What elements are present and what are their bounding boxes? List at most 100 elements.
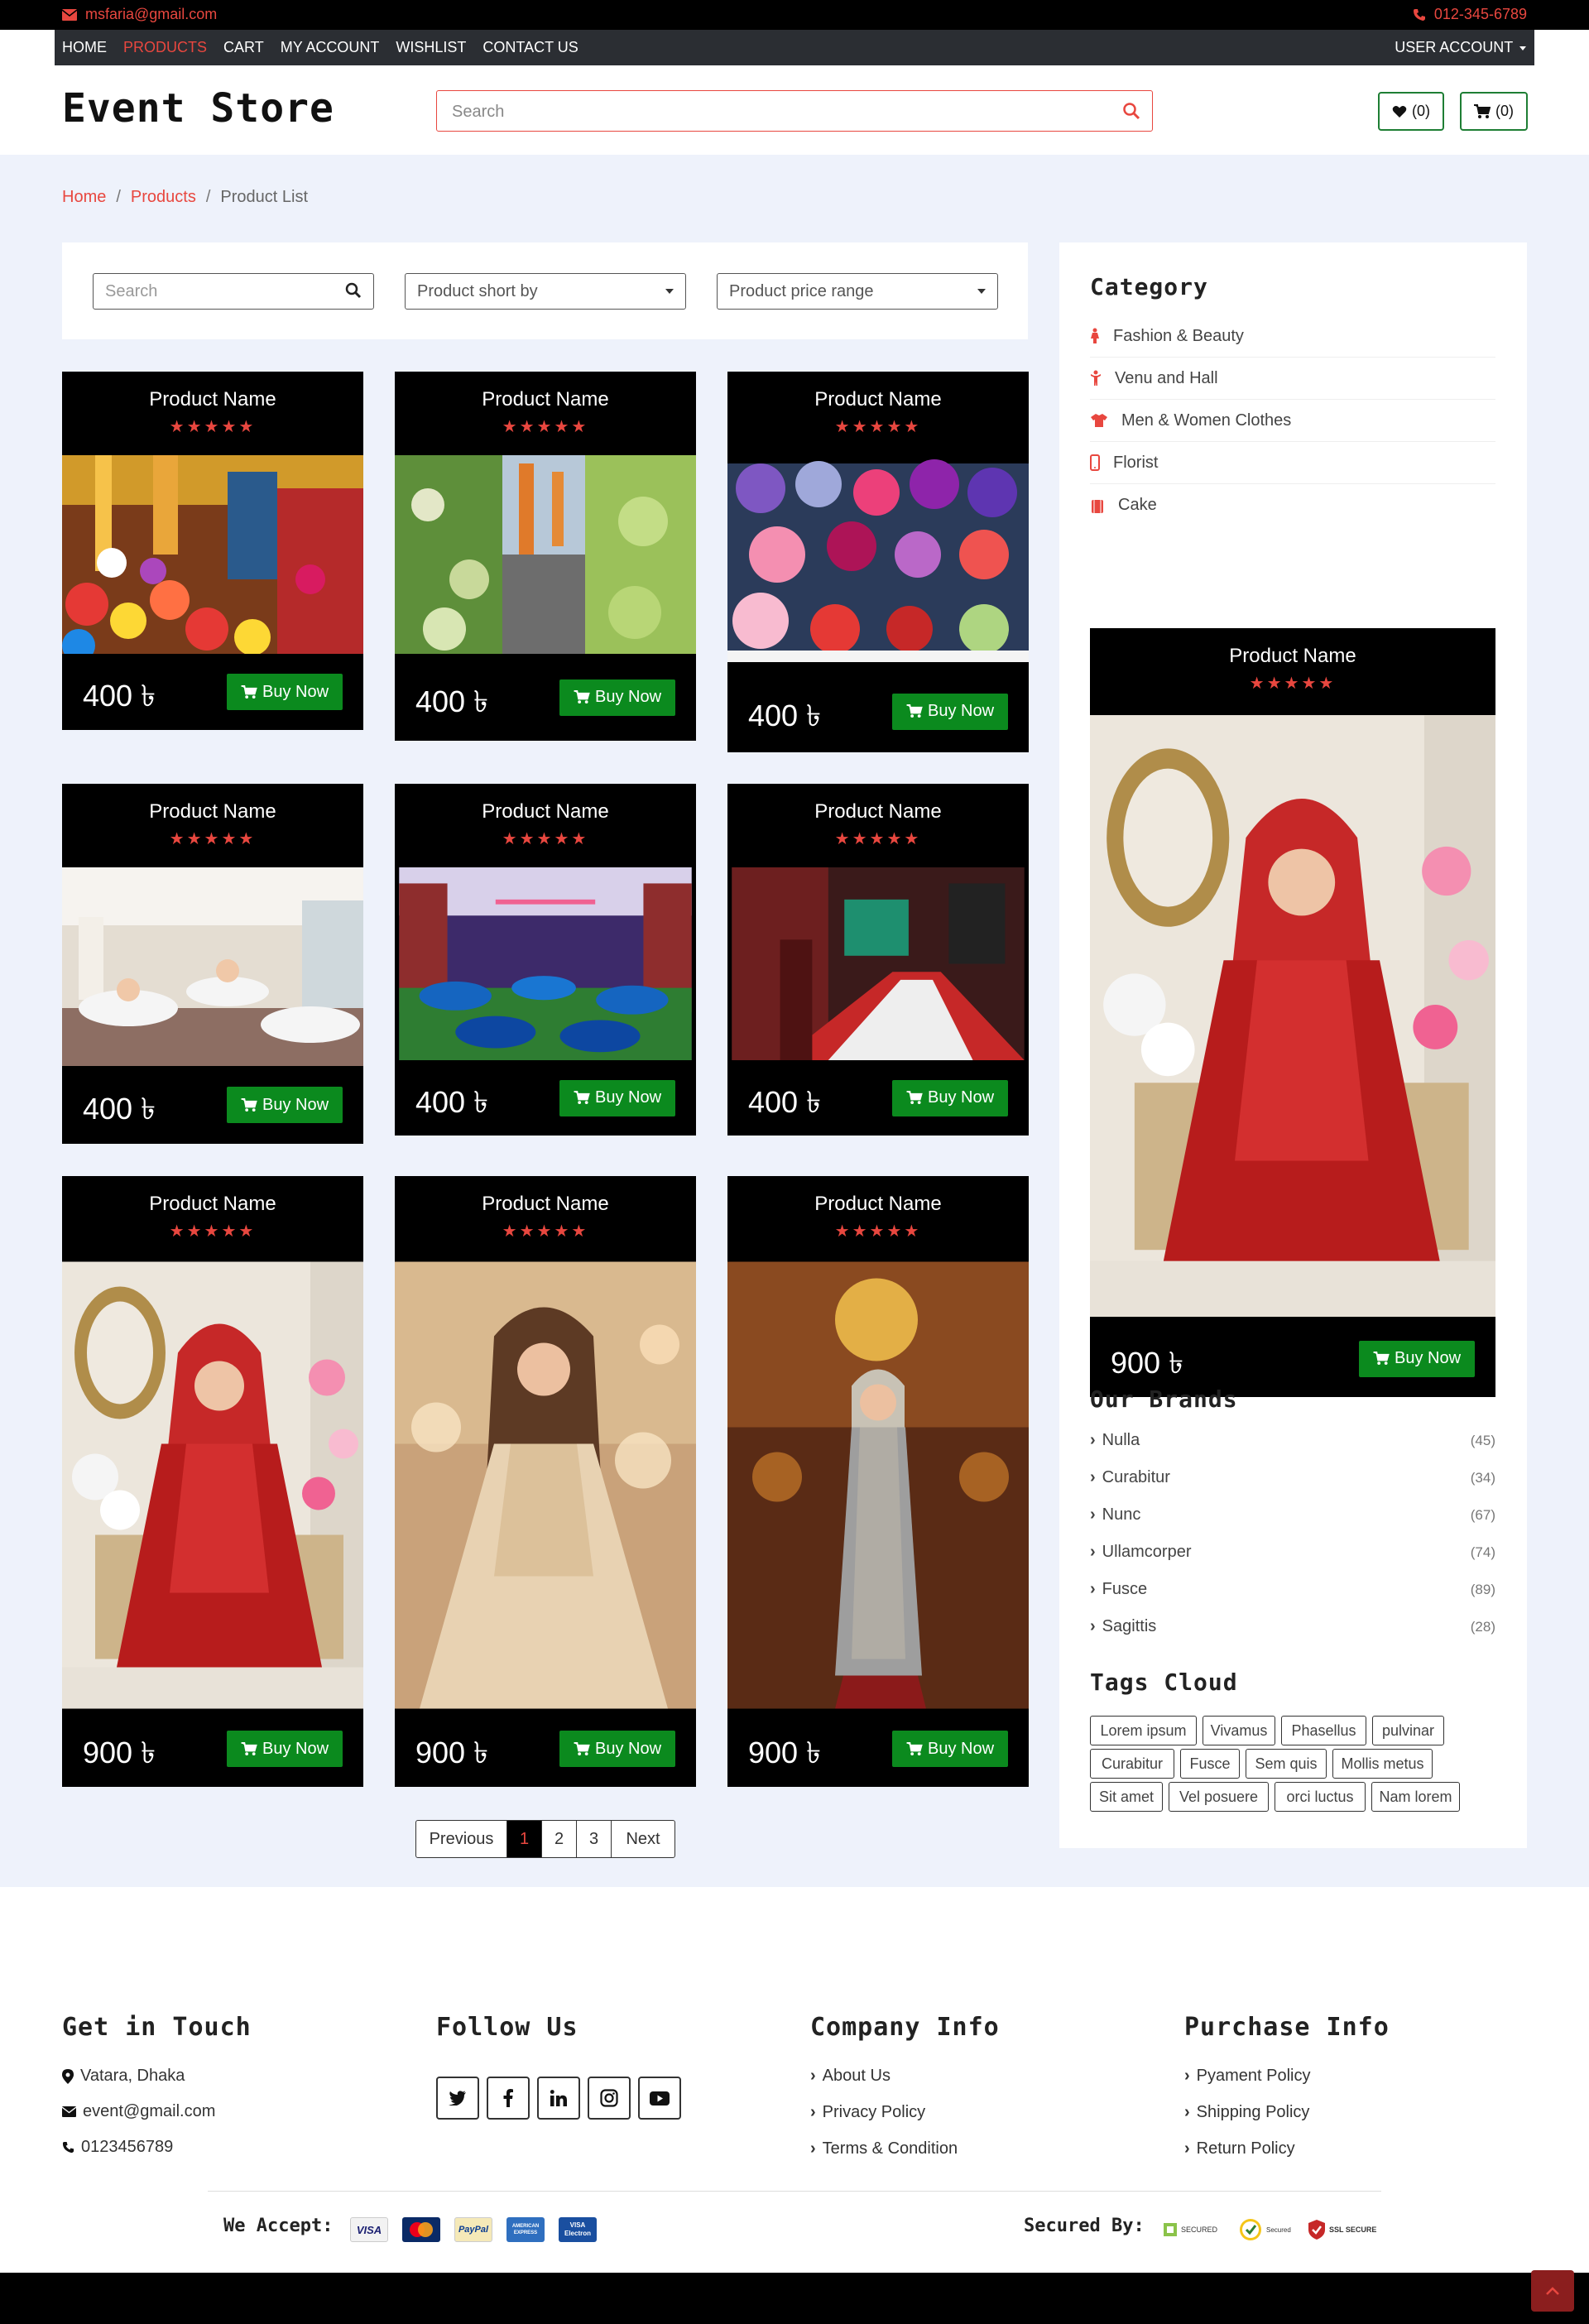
nav-cart[interactable]: CART: [223, 39, 264, 56]
buy-now-button[interactable]: Buy Now: [227, 674, 343, 710]
product-image[interactable]: [395, 455, 696, 654]
pagination-page-3[interactable]: 3: [577, 1821, 612, 1857]
breadcrumb-products[interactable]: Products: [131, 188, 196, 207]
product-image[interactable]: [395, 867, 696, 1060]
pagination-previous[interactable]: Previous: [416, 1821, 507, 1857]
brand-item[interactable]: › Sagittis (28): [1090, 1608, 1495, 1645]
product-name[interactable]: Product Name: [395, 800, 696, 823]
footer-link[interactable]: › Terms & Condition: [810, 2139, 958, 2158]
buy-now-button[interactable]: Buy Now: [1359, 1340, 1475, 1377]
tag-chip[interactable]: Vel posuere: [1169, 1782, 1269, 1812]
product-name[interactable]: Product Name: [62, 800, 363, 823]
tag-chip[interactable]: Sem quis: [1246, 1749, 1327, 1779]
tag-chip[interactable]: Nam lorem: [1371, 1782, 1460, 1812]
buy-now-button[interactable]: Buy Now: [559, 679, 675, 716]
product-card[interactable]: Product Name ★★★★★ 900 ৳ Buy Now: [727, 1176, 1029, 1787]
product-image[interactable]: [1090, 712, 1495, 1320]
wishlist-button[interactable]: (0): [1378, 92, 1444, 131]
product-card[interactable]: Product Name ★★★★★ 400 ৳ Buy Now: [62, 372, 363, 730]
product-name[interactable]: Product Name: [395, 388, 696, 411]
tag-chip[interactable]: Vivamus: [1203, 1716, 1275, 1745]
footer-link[interactable]: › About Us: [810, 2067, 891, 2086]
product-image[interactable]: [395, 1260, 696, 1711]
facebook-link[interactable]: [487, 2077, 530, 2120]
product-name[interactable]: Product Name: [62, 1193, 363, 1216]
product-name[interactable]: Product Name: [1090, 645, 1495, 668]
buy-now-button[interactable]: Buy Now: [559, 1079, 675, 1116]
tag-chip[interactable]: Mollis metus: [1332, 1749, 1433, 1779]
product-card[interactable]: Product Name ★★★★★ 900 ৳ Buy Now: [395, 1176, 696, 1787]
footer-link[interactable]: › Return Policy: [1184, 2139, 1295, 2158]
product-card[interactable]: Product Name ★★★★★ 400 ৳ Buy Now: [727, 372, 1029, 752]
product-image[interactable]: [62, 455, 363, 654]
breadcrumb-home[interactable]: Home: [62, 188, 106, 207]
instagram-link[interactable]: [588, 2077, 631, 2120]
buy-now-button[interactable]: Buy Now: [892, 1079, 1008, 1116]
scroll-to-top-button[interactable]: [1531, 2270, 1574, 2312]
product-image[interactable]: [62, 1260, 363, 1711]
tag-chip[interactable]: pulvinar: [1372, 1716, 1444, 1745]
sort-select[interactable]: Product short by: [405, 273, 686, 310]
youtube-link[interactable]: [638, 2077, 681, 2120]
brand-item[interactable]: › Curabitur (34): [1090, 1459, 1495, 1496]
product-name[interactable]: Product Name: [62, 388, 363, 411]
category-fashion-beauty[interactable]: Fashion & Beauty: [1090, 315, 1495, 358]
product-image[interactable]: [62, 867, 363, 1066]
product-image[interactable]: [727, 1260, 1029, 1711]
tag-chip[interactable]: Curabitur: [1090, 1749, 1174, 1779]
search-icon[interactable]: [1122, 102, 1140, 120]
product-card[interactable]: Product Name ★★★★★ 900 ৳ Buy Now: [1090, 628, 1495, 1397]
product-card[interactable]: Product Name ★★★★★ 400 ৳ Buy Now: [395, 372, 696, 741]
nav-wishlist[interactable]: WISHLIST: [396, 39, 466, 56]
product-card[interactable]: Product Name ★★★★★ 400 ৳ Buy Now: [395, 784, 696, 1136]
buy-now-button[interactable]: Buy Now: [227, 1731, 343, 1767]
buy-now-button[interactable]: Buy Now: [892, 693, 1008, 730]
pagination-page-1[interactable]: 1: [507, 1821, 542, 1857]
product-card[interactable]: Product Name ★★★★★ 900 ৳ Buy Now: [62, 1176, 363, 1787]
pagination-page-2[interactable]: 2: [542, 1821, 577, 1857]
buy-now-button[interactable]: Buy Now: [892, 1731, 1008, 1767]
category-venu-hall[interactable]: Venu and Hall: [1090, 358, 1495, 400]
brand-item[interactable]: › Fusce (89): [1090, 1571, 1495, 1608]
filter-search-input[interactable]: Search: [93, 273, 374, 310]
search-icon[interactable]: [345, 282, 362, 299]
tag-chip[interactable]: Lorem ipsum: [1090, 1716, 1197, 1745]
footer-email[interactable]: event@gmail.com: [62, 2102, 215, 2121]
brand-item[interactable]: › Nunc (67): [1090, 1496, 1495, 1534]
tag-chip[interactable]: orci luctus: [1275, 1782, 1366, 1812]
product-name[interactable]: Product Name: [727, 1193, 1029, 1216]
footer-link[interactable]: › Privacy Policy: [810, 2103, 925, 2122]
header-search-input[interactable]: Search: [436, 90, 1153, 132]
tag-chip[interactable]: Fusce: [1180, 1749, 1240, 1779]
brand-item[interactable]: › Nulla (45): [1090, 1422, 1495, 1459]
category-clothes[interactable]: Men & Women Clothes: [1090, 400, 1495, 442]
nav-home[interactable]: HOME: [62, 39, 107, 56]
price-range-select[interactable]: Product price range: [717, 273, 998, 310]
brand-item[interactable]: › Ullamcorper (74): [1090, 1534, 1495, 1571]
twitter-link[interactable]: [436, 2077, 479, 2120]
buy-now-button[interactable]: Buy Now: [227, 1087, 343, 1123]
footer-link[interactable]: › Pyament Policy: [1184, 2067, 1311, 2086]
user-account-dropdown[interactable]: USER ACCOUNT: [1395, 39, 1526, 56]
footer-phone[interactable]: 0123456789: [62, 2138, 173, 2157]
product-card[interactable]: Product Name ★★★★★ 400 ৳ Buy Now: [62, 784, 363, 1144]
nav-my-account[interactable]: MY ACCOUNT: [281, 39, 380, 56]
category-cake[interactable]: Cake: [1090, 484, 1495, 526]
buy-now-button[interactable]: Buy Now: [559, 1731, 675, 1767]
site-logo[interactable]: Event Store: [62, 85, 334, 132]
footer-link[interactable]: › Shipping Policy: [1184, 2103, 1309, 2122]
product-name[interactable]: Product Name: [727, 800, 1029, 823]
top-phone[interactable]: 012-345-6789: [1413, 6, 1527, 23]
nav-products[interactable]: PRODUCTS: [123, 39, 207, 56]
product-name[interactable]: Product Name: [395, 1193, 696, 1216]
pagination-next[interactable]: Next: [612, 1821, 674, 1857]
top-email[interactable]: msfaria@gmail.com: [62, 6, 217, 23]
product-image[interactable]: [727, 455, 1029, 670]
product-card[interactable]: Product Name ★★★★★ 400 ৳ Buy Now: [727, 784, 1029, 1136]
tag-chip[interactable]: Phasellus: [1281, 1716, 1366, 1745]
linkedin-link[interactable]: [537, 2077, 580, 2120]
product-name[interactable]: Product Name: [727, 388, 1029, 411]
tag-chip[interactable]: Sit amet: [1090, 1782, 1163, 1812]
product-image[interactable]: [727, 867, 1029, 1060]
nav-contact-us[interactable]: CONTACT US: [482, 39, 578, 56]
